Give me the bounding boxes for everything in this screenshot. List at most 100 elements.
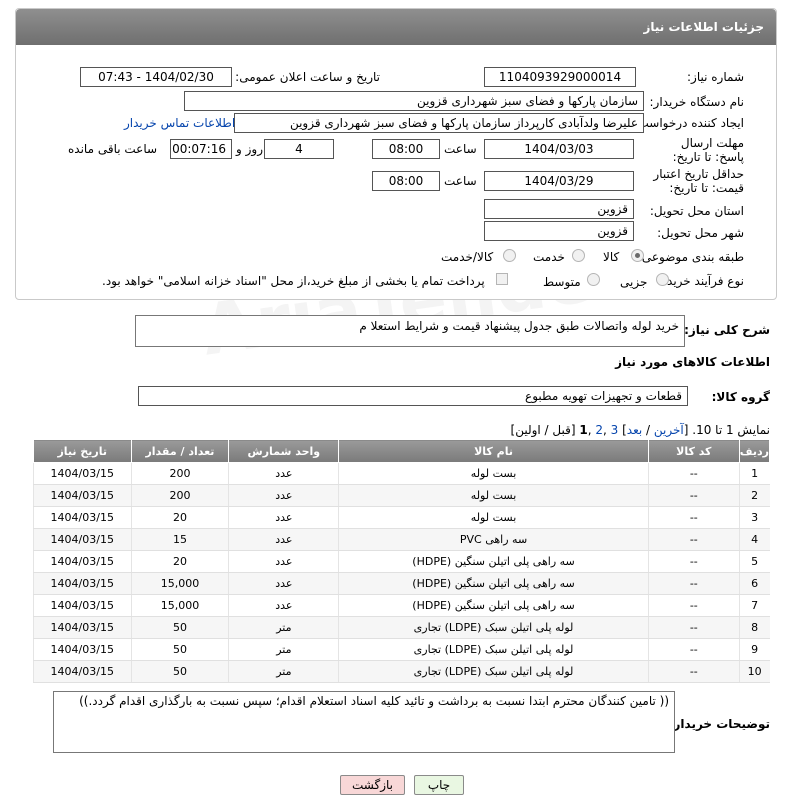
item-name: بست لوله <box>338 462 649 485</box>
row-number: 9 <box>738 638 770 661</box>
table-row: 7 -- سه راهی پلی اتیلن سنگین (HDPE) عدد 15,0… <box>33 594 770 617</box>
creator-field: علیرضا ولدآبادی کارپرداز سازمان پارکها و… <box>234 113 644 133</box>
pagination-last-link[interactable]: آخرین <box>654 423 684 437</box>
category-option-service: خدمت <box>533 250 565 264</box>
item-unit: عدد <box>228 484 339 507</box>
province-field: قزوین <box>484 199 634 219</box>
item-name: سه راهی پلی اتیلن سنگین (HDPE) <box>338 572 649 595</box>
row-number: 2 <box>738 484 770 507</box>
pagination-sep: , <box>603 423 611 437</box>
table-row: 9 -- لوله پلی اتیلن سبک (LDPE) تجاری متر 50 1… <box>33 638 770 661</box>
row-number: 5 <box>738 550 770 573</box>
process-radio-minor[interactable] <box>656 273 669 286</box>
announce-field: 1404/02/30 - 07:43 <box>80 67 232 87</box>
row-number: 6 <box>738 572 770 595</box>
item-unit: متر <box>228 638 339 661</box>
summary-textarea[interactable]: خرید لوله واتصالات طبق جدول پیشنهاد قیمت… <box>135 315 685 347</box>
table-row: 10 -- لوله پلی اتیلن سبک (LDPE) تجاری متر 50… <box>33 660 770 683</box>
item-code: -- <box>647 550 740 573</box>
item-name: بست لوله <box>338 506 649 529</box>
category-radio-goods-service[interactable] <box>503 249 516 262</box>
table-row: 4 -- سه راهی PVC عدد 15 1404/03/15 <box>33 528 770 551</box>
row-number: 1 <box>738 462 770 485</box>
item-quantity: 50 <box>130 616 229 639</box>
row-number: 7 <box>738 594 770 617</box>
treasury-payment-note: پرداخت تمام یا بخشی از مبلغ خرید،از محل … <box>102 274 485 288</box>
goods-section-title: اطلاعات کالاهای مورد نیاز <box>615 355 770 369</box>
item-unit: عدد <box>228 594 339 617</box>
item-quantity: 15,000 <box>130 572 229 595</box>
pagination-page-1: 1 <box>579 423 588 437</box>
need-number-label: شماره نیاز: <box>687 70 744 84</box>
item-code: -- <box>647 660 740 683</box>
item-unit: متر <box>228 660 339 683</box>
table-row: 2 -- بست لوله عدد 200 1404/03/15 <box>33 484 770 507</box>
item-need-date: 1404/03/15 <box>33 462 131 485</box>
item-unit: عدد <box>228 550 339 573</box>
days-field: 4 <box>264 139 334 159</box>
table-row: 5 -- سه راهی پلی اتیلن سنگین (HDPE) عدد 20 14… <box>33 550 770 573</box>
item-need-date: 1404/03/15 <box>33 528 131 551</box>
province-label: استان محل تحویل: <box>649 204 744 218</box>
goods-group-field: قطعات و تجهیزات تهویه مطبوع <box>138 386 688 406</box>
col-quantity: تعداد / مقدار <box>130 439 230 463</box>
category-radio-service[interactable] <box>572 249 585 262</box>
deadline-label: مهلت ارسال پاسخ: تا تاریخ: <box>672 136 744 164</box>
pagination-sep: ] <box>618 423 627 437</box>
process-option-minor: جزیی <box>620 275 648 289</box>
announce-label: تاریخ و ساعت اعلان عمومی: <box>235 70 380 84</box>
process-radio-medium[interactable] <box>587 273 600 286</box>
city-label: شهر محل تحویل: <box>657 226 744 240</box>
item-code: -- <box>647 528 740 551</box>
treasury-checkbox[interactable] <box>496 273 508 285</box>
item-quantity: 20 <box>130 506 229 529</box>
item-unit: عدد <box>228 506 339 529</box>
pagination-prefix: نمایش 1 تا 10. [ <box>683 423 770 437</box>
city-field: قزوین <box>484 221 634 241</box>
category-radio-goods[interactable] <box>631 249 644 262</box>
validity-label: حداقل تاریخ اعتبار قیمت: تا تاریخ: <box>653 167 744 195</box>
col-row: ردیف <box>738 439 771 463</box>
contact-buyer-link[interactable]: اطلاعات تماس خریدار <box>124 116 235 130</box>
item-code: -- <box>647 616 740 639</box>
item-unit: عدد <box>228 572 339 595</box>
item-need-date: 1404/03/15 <box>33 506 131 529</box>
item-need-date: 1404/03/15 <box>33 572 131 595</box>
row-number: 8 <box>738 616 770 639</box>
notes-textarea[interactable]: (( تامین کنندگان محترم ابتدا نسبت به برد… <box>53 691 675 753</box>
item-code: -- <box>647 572 740 595</box>
item-unit: متر <box>228 616 339 639</box>
item-quantity: 15,000 <box>130 594 229 617</box>
item-name: لوله پلی اتیلن سبک (LDPE) تجاری <box>338 660 649 683</box>
row-number: 4 <box>738 528 770 551</box>
pagination-suffix: [قبل / اولین] <box>510 423 580 437</box>
category-label: طبقه بندی موضوعی: <box>637 250 744 264</box>
col-need-date: تاریخ نیاز <box>33 439 132 463</box>
col-code: کد کالا <box>647 439 740 463</box>
pagination-page-2[interactable]: 2 <box>595 423 603 437</box>
back-button[interactable]: بازگشت <box>340 775 405 795</box>
buyer-org-label: نام دستگاه خریدار: <box>649 95 745 109</box>
days-label: روز و <box>236 142 263 156</box>
item-code: -- <box>647 638 740 661</box>
item-code: -- <box>647 484 740 507</box>
item-quantity: 200 <box>130 484 229 507</box>
item-unit: عدد <box>228 462 339 485</box>
pagination-sep: / <box>642 423 654 437</box>
item-quantity: 20 <box>130 550 229 573</box>
item-name: لوله پلی اتیلن سبک (LDPE) تجاری <box>338 616 649 639</box>
item-name: سه راهی پلی اتیلن سنگین (HDPE) <box>338 550 649 573</box>
goods-group-label: گروه کالا: <box>711 390 770 404</box>
remaining-time-field: 00:07:16 <box>170 139 232 159</box>
item-name: بست لوله <box>338 484 649 507</box>
item-code: -- <box>647 506 740 529</box>
table-row: 8 -- لوله پلی اتیلن سبک (LDPE) تجاری متر 50 1… <box>33 616 770 639</box>
item-need-date: 1404/03/15 <box>33 550 131 573</box>
print-button[interactable]: چاپ <box>414 775 464 795</box>
goods-table: ردیف کد کالا نام کالا واحد شمارش تعداد /… <box>33 439 771 683</box>
pagination-next-link[interactable]: بعد <box>627 423 642 437</box>
row-number: 3 <box>738 506 770 529</box>
item-need-date: 1404/03/15 <box>33 594 131 617</box>
process-option-medium: متوسط <box>543 275 581 289</box>
category-option-goods-service: کالا/خدمت <box>441 250 494 264</box>
